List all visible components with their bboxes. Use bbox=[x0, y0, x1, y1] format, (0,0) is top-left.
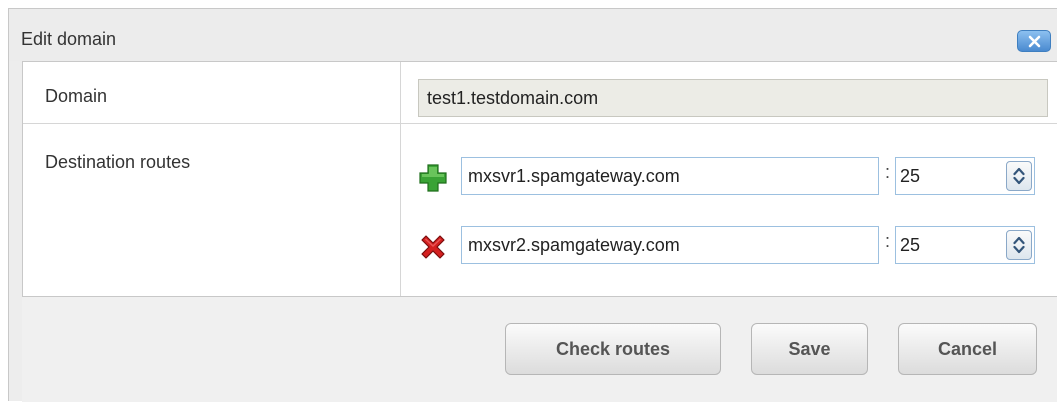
dialog-footer: Check routes Save Cancel bbox=[22, 297, 1057, 402]
dialog-title: Edit domain bbox=[21, 29, 117, 49]
column-divider bbox=[400, 62, 401, 296]
up-down-arrows-icon bbox=[1013, 236, 1025, 254]
close-button[interactable] bbox=[1017, 30, 1051, 52]
port-spinner[interactable] bbox=[1006, 161, 1032, 191]
cancel-button[interactable]: Cancel bbox=[898, 323, 1037, 375]
destination-routes-label: Destination routes bbox=[45, 152, 191, 172]
domain-field[interactable]: test1.testdomain.com bbox=[418, 79, 1048, 117]
dialog-titlebar: Edit domain bbox=[9, 9, 1057, 61]
domain-label: Domain bbox=[45, 86, 108, 106]
port-value: 25 bbox=[900, 166, 921, 186]
form-panel: Domain test1.testdomain.com Destination … bbox=[22, 61, 1057, 297]
port-separator: : bbox=[885, 162, 891, 182]
route-host-input[interactable]: mxsvr1.spamgateway.com bbox=[461, 157, 879, 195]
check-routes-button[interactable]: Check routes bbox=[505, 323, 721, 375]
route-host-input[interactable]: mxsvr2.spamgateway.com bbox=[461, 226, 879, 264]
row-divider bbox=[23, 123, 1057, 124]
port-value: 25 bbox=[900, 235, 921, 255]
port-stepper[interactable]: 25 bbox=[895, 157, 1035, 195]
up-down-arrows-icon bbox=[1013, 167, 1025, 185]
port-separator: : bbox=[885, 231, 891, 251]
save-button[interactable]: Save bbox=[751, 323, 868, 375]
port-spinner[interactable] bbox=[1006, 230, 1032, 260]
add-plus-icon[interactable] bbox=[418, 163, 448, 193]
edit-domain-dialog: Edit domain Domain test1.testdomain.com … bbox=[8, 8, 1057, 402]
close-x-icon bbox=[1028, 35, 1041, 48]
remove-x-icon[interactable] bbox=[418, 232, 448, 262]
port-stepper[interactable]: 25 bbox=[895, 226, 1035, 264]
